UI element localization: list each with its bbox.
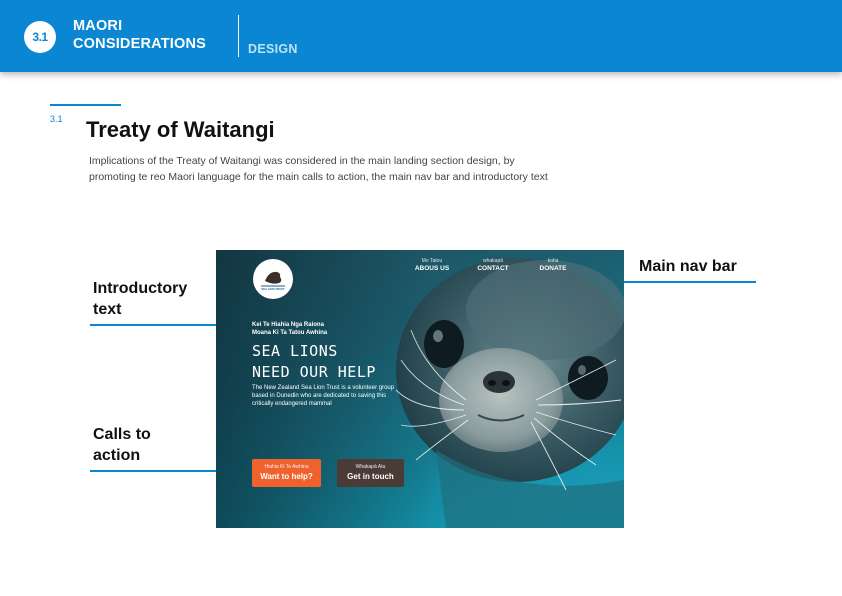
slide-page: 3.1 MAORI CONSIDERATIONS DESIGN 3.1 Trea… — [0, 0, 842, 596]
intro-maori-text: Kei Te Hiahia Nga Raiona Moana Ki Ta Tat… — [252, 321, 327, 337]
want-to-help-sub: Hiahia Ki Te Awhina — [264, 464, 309, 470]
sea-lion-trust-logo[interactable]: SEA LION TRUST — [253, 259, 293, 299]
intro-maori-line1: Kei Te Hiahia Nga Raiona — [252, 322, 324, 328]
annotation-cta-line2: action — [93, 447, 141, 464]
section-number: 3.1 — [50, 114, 63, 124]
get-in-touch-sub: Whakapā Atu — [355, 464, 386, 470]
nav-about-label: ABOUS US — [414, 265, 450, 272]
intro-body-text: The New Zealand Sea Lion Trust is a volu… — [252, 385, 395, 407]
annotation-nav-pointer — [624, 281, 756, 283]
nav-donate[interactable]: koha DONATE — [535, 258, 571, 272]
want-to-help-button[interactable]: Hiahia Ki Te Awhina Want to help? — [252, 459, 321, 487]
header-divider — [238, 15, 239, 57]
hero-line2: NEED OUR HELP — [252, 363, 376, 381]
annotation-intro-line1: Introductory — [93, 280, 188, 297]
nav-contact-sub: whakapā — [482, 258, 503, 264]
annotation-intro-line2: text — [93, 301, 122, 318]
nav-about-us[interactable]: Mo Tatou ABOUS US — [414, 258, 450, 272]
section-description: Implications of the Treaty of Waitangi w… — [89, 155, 548, 183]
get-in-touch-label: Get in touch — [347, 472, 394, 481]
annotation-cta-line1: Calls to — [93, 426, 151, 443]
section-title: Treaty of Waitangi — [86, 117, 275, 142]
annotation-calls-to-action: Calls to action — [93, 424, 151, 466]
nav-donate-label: DONATE — [539, 265, 567, 272]
hero-heading: SEA LIONS NEED OUR HELP — [252, 341, 376, 383]
intro-maori-line2: Moana Ki Ta Tatou Awhina — [252, 330, 328, 336]
logo-text: SEA LION TRUST — [261, 287, 285, 291]
nav-donate-sub: koha — [547, 258, 559, 264]
header-bar: 3.1 MAORI CONSIDERATIONS DESIGN — [0, 0, 842, 72]
header-title-line1: MAORI — [73, 18, 123, 34]
section-rule — [50, 104, 121, 106]
nav-contact-label: CONTACT — [477, 265, 509, 272]
logo-icon — [261, 271, 285, 287]
header-title: MAORI CONSIDERATIONS — [73, 17, 206, 53]
header-section-label: DESIGN — [248, 42, 298, 56]
annotation-introductory-text: Introductory text — [93, 278, 187, 320]
nav-contact[interactable]: whakapā CONTACT — [475, 258, 511, 272]
get-in-touch-button[interactable]: Whakapā Atu Get in touch — [337, 459, 404, 487]
website-mockup: SEA LION TRUST Mo Tatou ABOUS US whakapā… — [216, 250, 624, 528]
hero-line1: SEA LIONS — [252, 342, 338, 360]
header-title-line2: CONSIDERATIONS — [73, 36, 207, 52]
nav-about-sub: Mo Tatou — [421, 258, 443, 264]
section-badge: 3.1 — [24, 21, 56, 53]
annotation-main-nav-bar: Main nav bar — [639, 258, 737, 275]
want-to-help-label: Want to help? — [260, 472, 313, 481]
